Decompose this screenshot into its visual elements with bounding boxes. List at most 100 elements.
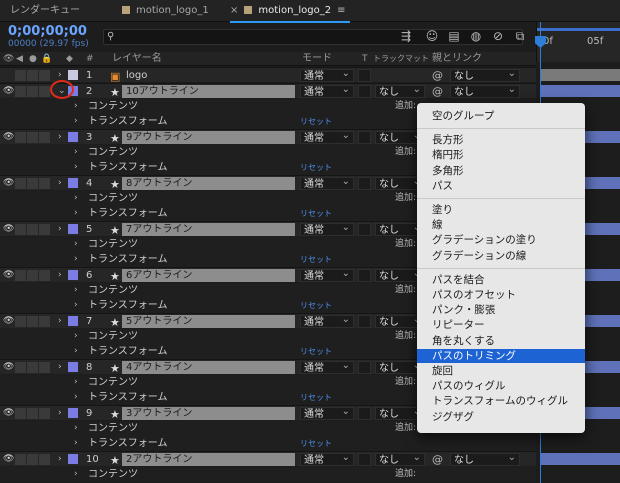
tab-render-queue[interactable]: レンダーキュー: [10, 0, 80, 22]
tab-motion-logo-1[interactable]: motion_logo_1: [122, 0, 209, 22]
visibility-eye-icon[interactable]: 👁: [3, 176, 14, 191]
switch-box[interactable]: [39, 408, 50, 419]
switch-box[interactable]: [27, 86, 38, 97]
layer-name-header[interactable]: レイヤー名: [112, 52, 162, 66]
close-icon[interactable]: ×: [230, 5, 238, 16]
menu-item[interactable]: パスのトリミング: [417, 348, 585, 363]
layer-name[interactable]: 8アウトライン: [122, 177, 295, 190]
switch-box[interactable]: [27, 316, 38, 327]
label-color-swatch[interactable]: [68, 270, 78, 280]
twirl-right-icon[interactable]: ›: [74, 283, 78, 298]
label-color-swatch[interactable]: [68, 178, 78, 188]
parent-dropdown[interactable]: なし: [450, 451, 520, 466]
menu-item[interactable]: パス: [417, 179, 585, 193]
switch-box[interactable]: [15, 224, 26, 235]
twirl-right-icon[interactable]: ›: [74, 390, 78, 405]
menu-item[interactable]: パスのオフセット: [417, 288, 585, 302]
twirl-right-icon[interactable]: ›: [58, 360, 62, 375]
track-matte-dropdown[interactable]: なし: [375, 451, 425, 466]
twirl-right-icon[interactable]: ›: [58, 268, 62, 283]
layer-name[interactable]: 3アウトライン: [122, 407, 295, 420]
twirl-right-icon[interactable]: ›: [74, 206, 78, 221]
blend-mode-dropdown[interactable]: 通常: [300, 67, 354, 82]
menu-item[interactable]: 塗り: [417, 203, 585, 217]
twirl-right-icon[interactable]: ›: [74, 467, 78, 482]
switch-box[interactable]: [27, 178, 38, 189]
switch-box[interactable]: [27, 362, 38, 373]
blend-mode-dropdown[interactable]: 通常: [300, 451, 354, 466]
switch-box[interactable]: [15, 454, 26, 465]
pick-whip-icon[interactable]: @: [432, 68, 443, 83]
preserve-transparency-box[interactable]: [358, 315, 371, 328]
twirl-right-icon[interactable]: ›: [58, 130, 62, 145]
menu-item[interactable]: 長方形: [417, 133, 585, 147]
blend-mode-dropdown[interactable]: 通常: [300, 313, 354, 328]
blend-mode-dropdown[interactable]: 通常: [300, 83, 354, 98]
layer-duration-bar[interactable]: [541, 69, 620, 81]
reset-link[interactable]: リセット: [300, 252, 332, 267]
label-color-swatch[interactable]: [68, 70, 78, 80]
transform-group-row[interactable]: › トランスフォーム リセット: [0, 436, 536, 451]
preserve-transparency-box[interactable]: [358, 131, 371, 144]
switch-box[interactable]: [39, 178, 50, 189]
visibility-eye-icon[interactable]: 👁: [3, 360, 14, 375]
blend-mode-dropdown[interactable]: 通常: [300, 405, 354, 420]
switch-box[interactable]: [27, 408, 38, 419]
layer-name[interactable]: 9アウトライン: [122, 131, 295, 144]
layer-row[interactable]: ›1▣logo通常@なし: [0, 67, 536, 83]
parent-dropdown[interactable]: なし: [450, 67, 520, 82]
twirl-right-icon[interactable]: ›: [74, 344, 78, 359]
frame-blending-icon[interactable]: ▤: [446, 28, 462, 44]
switch-box[interactable]: [39, 86, 50, 97]
work-area-bar[interactable]: [537, 28, 620, 31]
layer-duration-bar[interactable]: [541, 85, 620, 97]
menu-item[interactable]: グラデーションの塗り: [417, 233, 585, 247]
menu-item[interactable]: リピーター: [417, 318, 585, 332]
menu-item[interactable]: 旋回: [417, 364, 585, 378]
parent-dropdown[interactable]: なし: [450, 83, 520, 98]
switch-box[interactable]: [15, 316, 26, 327]
label-color-swatch[interactable]: [68, 132, 78, 142]
twirl-right-icon[interactable]: ›: [74, 191, 78, 206]
menu-item[interactable]: グラデーションの線: [417, 249, 585, 263]
layer-row[interactable]: 👁 › 10 ★2アウトライン通常 なし @ なし: [0, 451, 536, 467]
twirl-right-icon[interactable]: ›: [74, 160, 78, 175]
blend-mode-dropdown[interactable]: 通常: [300, 359, 354, 374]
layer-name[interactable]: 2アウトライン: [122, 453, 295, 466]
tab-motion-logo-2[interactable]: × motion_logo_2 ≡: [230, 0, 350, 23]
graph-editor-icon[interactable]: ⊘: [490, 28, 506, 44]
reset-link[interactable]: リセット: [300, 390, 332, 405]
label-color-swatch[interactable]: [68, 454, 78, 464]
visibility-eye-icon[interactable]: 👁: [3, 268, 14, 283]
add-shape-button[interactable]: 追加:: [395, 375, 416, 390]
add-shape-button[interactable]: 追加:: [395, 191, 416, 206]
current-time-display[interactable]: 0;00;00;00: [8, 24, 87, 39]
layer-name[interactable]: 7アウトライン: [122, 223, 295, 236]
menu-item[interactable]: 線: [417, 218, 585, 232]
layer-name[interactable]: 5アウトライン: [122, 315, 295, 328]
preserve-transparency-box[interactable]: [358, 177, 371, 190]
motion-blur-icon[interactable]: ◍: [468, 28, 484, 44]
preserve-transparency-box[interactable]: [358, 69, 371, 82]
label-color-swatch[interactable]: [68, 224, 78, 234]
preserve-transparency-box[interactable]: [358, 407, 371, 420]
layer-name[interactable]: 10アウトライン: [122, 85, 295, 98]
menu-item[interactable]: パスを結合: [417, 273, 585, 287]
twirl-right-icon[interactable]: ›: [58, 314, 62, 329]
switch-box[interactable]: [27, 132, 38, 143]
layer-row[interactable]: 👁⌄2★10アウトライン通常なし@なし: [0, 83, 536, 99]
track-matte-dropdown[interactable]: なし: [375, 83, 425, 98]
add-shape-button[interactable]: 追加:: [395, 283, 416, 298]
blend-mode-dropdown[interactable]: 通常: [300, 221, 354, 236]
switch-box[interactable]: [15, 362, 26, 373]
time-ruler[interactable]: 0f 05f: [536, 22, 620, 62]
twirl-right-icon[interactable]: ›: [74, 99, 78, 114]
pick-whip-icon[interactable]: @: [432, 84, 443, 99]
blend-mode-dropdown[interactable]: 通常: [300, 267, 354, 282]
switch-box[interactable]: [39, 454, 50, 465]
menu-item[interactable]: ジグザグ: [417, 410, 585, 424]
visibility-eye-icon[interactable]: 👁: [3, 406, 14, 421]
switch-box[interactable]: [39, 224, 50, 235]
preserve-transparency-box[interactable]: [358, 361, 371, 374]
switch-box[interactable]: [15, 86, 26, 97]
